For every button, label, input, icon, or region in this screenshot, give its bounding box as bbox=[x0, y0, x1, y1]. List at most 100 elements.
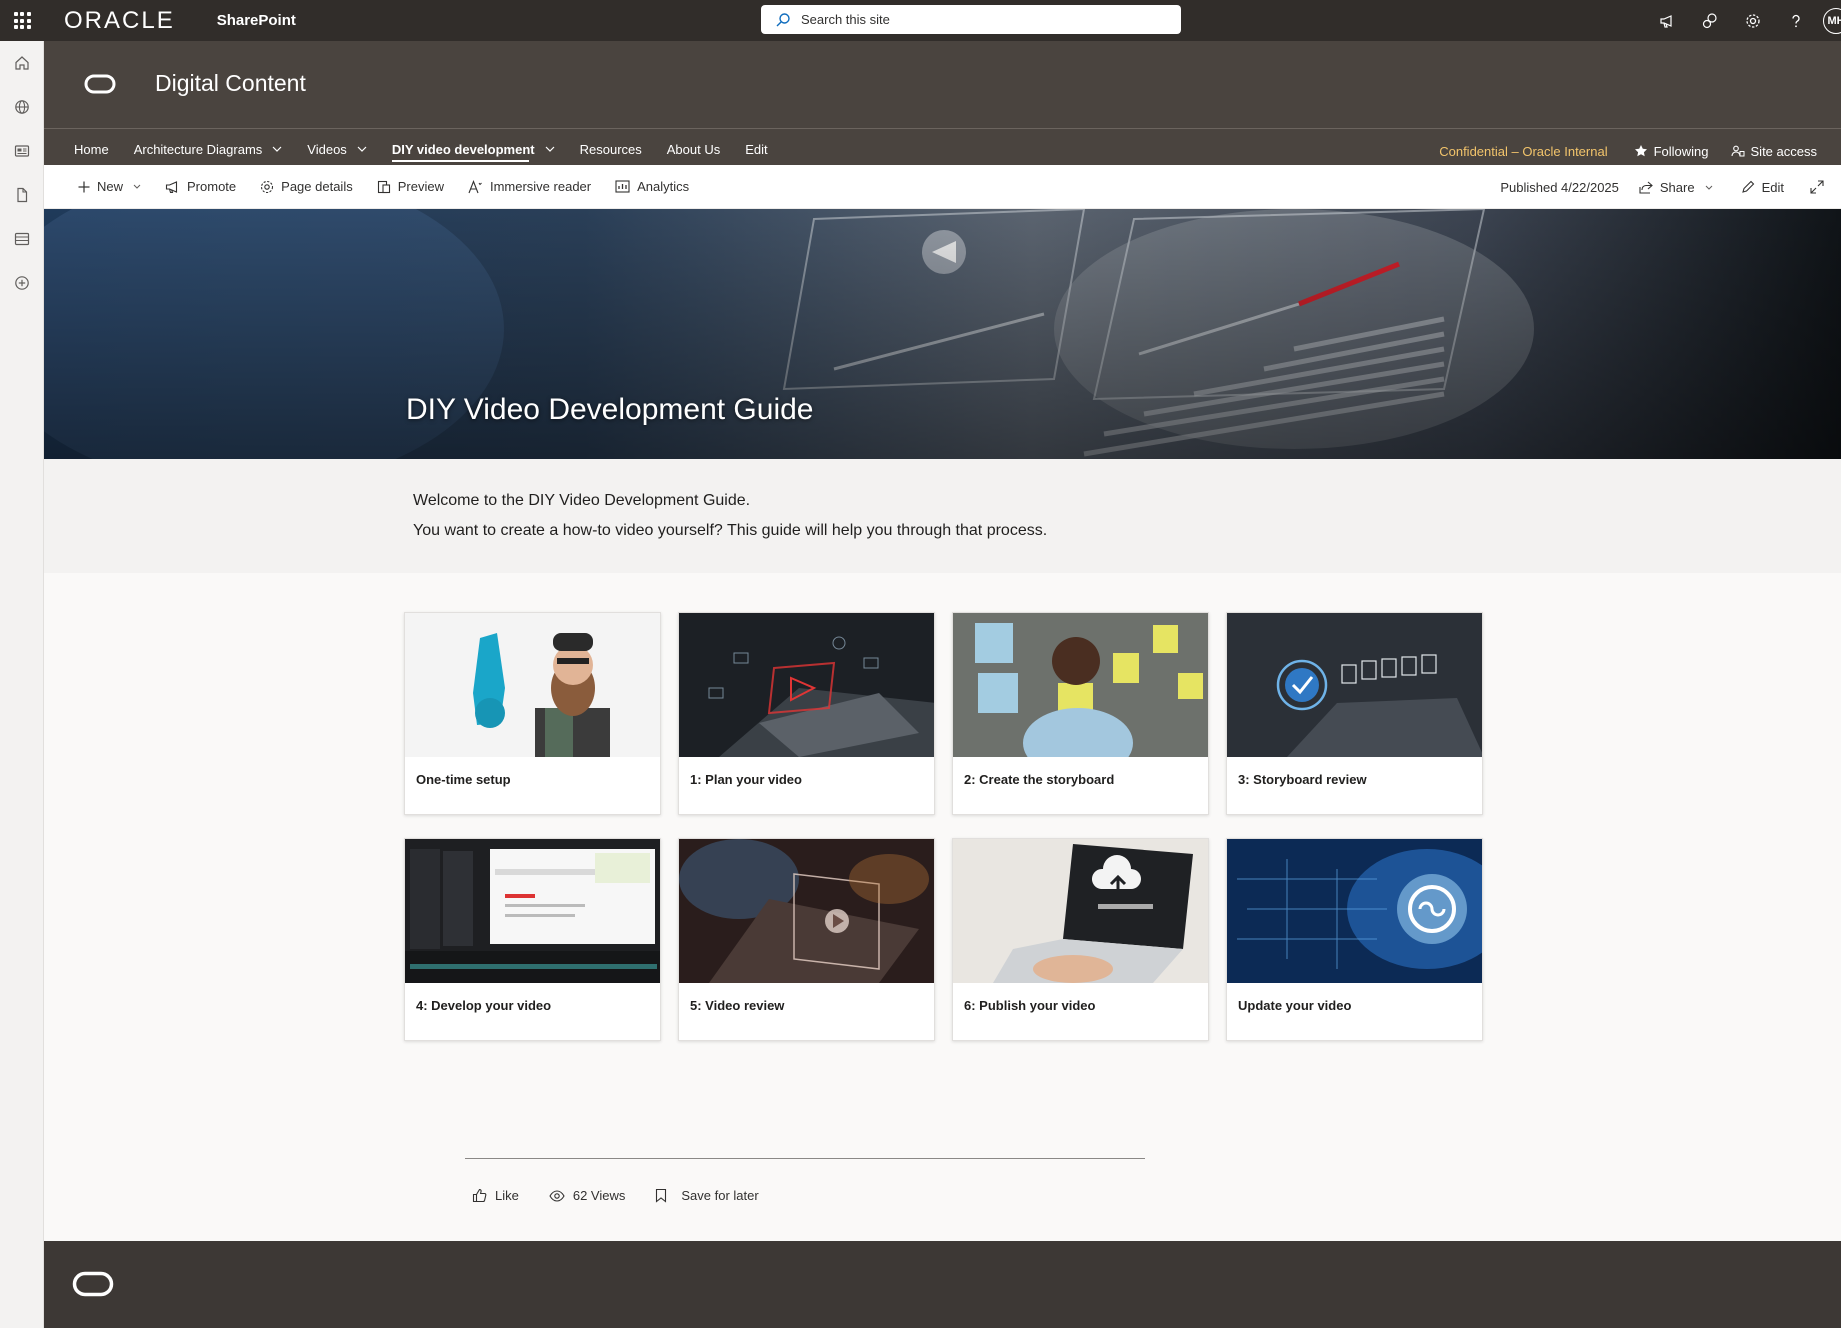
chevron-down-icon bbox=[133, 184, 141, 189]
expand-button[interactable] bbox=[1810, 180, 1831, 194]
nav-edit[interactable]: Edit bbox=[745, 134, 767, 164]
card-plan-your-video[interactable]: 1: Plan your video bbox=[678, 612, 935, 815]
site-footer bbox=[44, 1241, 1841, 1328]
appbar-home[interactable] bbox=[0, 41, 44, 85]
card-title: One-time setup bbox=[416, 772, 511, 787]
nav-videos[interactable]: Videos bbox=[307, 134, 367, 164]
site-title[interactable]: Digital Content bbox=[155, 70, 306, 97]
plus-icon bbox=[78, 181, 90, 192]
card-image bbox=[953, 839, 1208, 983]
megaphone-button[interactable] bbox=[1645, 0, 1688, 41]
list-icon bbox=[14, 232, 30, 246]
appbar-sites[interactable] bbox=[0, 85, 44, 129]
star-filled-icon bbox=[1634, 145, 1647, 157]
preview-label: Preview bbox=[397, 179, 444, 194]
appbar-files[interactable] bbox=[0, 173, 44, 217]
chevron-down-icon bbox=[1705, 185, 1712, 190]
analytics-icon bbox=[615, 180, 630, 193]
card-one-time-setup[interactable]: One-time setup bbox=[404, 612, 661, 815]
nav-label: DIY video development bbox=[391, 141, 535, 157]
card-develop-your-video[interactable]: 4: Develop your video bbox=[404, 838, 661, 1041]
new-button[interactable]: New bbox=[78, 179, 141, 194]
card-title: 2: Create the storyboard bbox=[964, 772, 1115, 787]
published-date: Published 4/22/2025 bbox=[1500, 179, 1619, 195]
sensitivity-label[interactable]: Confidential – Oracle Internal bbox=[1439, 144, 1607, 159]
megaphone-icon bbox=[165, 180, 178, 193]
app-name[interactable]: SharePoint bbox=[217, 12, 296, 29]
site-access-button[interactable]: Site access bbox=[1730, 144, 1817, 159]
card-image bbox=[405, 839, 660, 983]
like-label: Like bbox=[495, 1188, 519, 1203]
card-title: 4: Develop your video bbox=[416, 998, 552, 1013]
avatar[interactable]: MH bbox=[1823, 7, 1841, 34]
sharepoint-icon bbox=[1702, 12, 1717, 28]
card-update-your-video[interactable]: Update your video bbox=[1226, 838, 1483, 1041]
search-input[interactable]: Search this site bbox=[761, 5, 1181, 34]
gear-icon bbox=[1745, 13, 1760, 28]
following-button[interactable]: Following bbox=[1634, 144, 1709, 159]
gear-icon bbox=[261, 180, 274, 193]
news-icon bbox=[14, 145, 30, 157]
chevron-down-icon bbox=[272, 146, 282, 152]
immersive-reader-icon bbox=[468, 179, 482, 193]
promote-button[interactable]: Promote bbox=[165, 179, 236, 194]
megaphone-icon bbox=[1659, 14, 1672, 28]
page-title: DIY Video Development Guide bbox=[406, 393, 814, 426]
eye-icon bbox=[549, 1189, 565, 1202]
nav-diy-video-development[interactable]: DIY video development bbox=[391, 134, 555, 164]
nav-resources[interactable]: Resources bbox=[580, 134, 642, 164]
sharepoint-app-button[interactable] bbox=[1688, 0, 1731, 41]
immersive-reader-label: Immersive reader bbox=[489, 179, 592, 194]
nav-label: Home bbox=[74, 141, 109, 157]
appbar-lists[interactable] bbox=[0, 217, 44, 261]
card-title: 1: Plan your video bbox=[690, 772, 802, 787]
card-image bbox=[1227, 839, 1482, 983]
help-button[interactable] bbox=[1774, 0, 1817, 41]
card-publish-your-video[interactable]: 6: Publish your video bbox=[952, 838, 1209, 1041]
header-actions: Confidential – Oracle Internal Following… bbox=[1439, 137, 1817, 165]
card-image bbox=[953, 613, 1208, 757]
nav-home[interactable]: Home bbox=[74, 134, 109, 164]
oracle-o-logo-icon bbox=[84, 74, 116, 94]
bookmark-icon bbox=[656, 1188, 667, 1203]
analytics-button[interactable]: Analytics bbox=[615, 179, 689, 194]
analytics-label: Analytics bbox=[637, 179, 690, 194]
card-title: Update your video bbox=[1238, 998, 1352, 1013]
nav-about-us[interactable]: About Us bbox=[667, 134, 720, 164]
nav-architecture-diagrams[interactable]: Architecture Diagrams bbox=[134, 134, 283, 164]
edit-button[interactable]: Edit bbox=[1741, 180, 1784, 195]
oracle-logo[interactable]: ORACLE bbox=[64, 7, 175, 35]
site-logo[interactable] bbox=[84, 74, 116, 99]
hero-banner: DIY Video Development Guide bbox=[44, 209, 1841, 459]
appbar-create[interactable] bbox=[0, 261, 44, 305]
chevron-down-icon bbox=[357, 146, 367, 152]
oracle-o-logo-icon bbox=[72, 1271, 114, 1297]
card-video-review[interactable]: 5: Video review bbox=[678, 838, 935, 1041]
appbar-news[interactable] bbox=[0, 129, 44, 173]
share-icon bbox=[1639, 181, 1653, 194]
card-storyboard-review[interactable]: 3: Storyboard review bbox=[1226, 612, 1483, 815]
file-icon bbox=[17, 187, 28, 203]
nav-label: Resources bbox=[579, 141, 642, 157]
thumbs-up-icon bbox=[472, 1188, 487, 1203]
preview-button[interactable]: Preview bbox=[377, 179, 444, 194]
share-label: Share bbox=[1659, 179, 1695, 195]
hero-background-image bbox=[44, 209, 1841, 459]
card-create-the-storyboard[interactable]: 2: Create the storyboard bbox=[952, 612, 1209, 815]
share-button[interactable]: Share bbox=[1639, 180, 1713, 195]
social-bar: Like 62 Views Save for later bbox=[472, 1188, 789, 1203]
page-details-button[interactable]: Page details bbox=[260, 179, 353, 194]
app-bar bbox=[0, 41, 44, 1328]
card-title: 6: Publish your video bbox=[964, 998, 1096, 1013]
save-for-later-button[interactable]: Save for later bbox=[655, 1188, 759, 1203]
app-launcher-button[interactable] bbox=[0, 0, 44, 41]
save-label: Save for later bbox=[681, 1188, 759, 1203]
like-button[interactable]: Like bbox=[472, 1188, 519, 1203]
immersive-reader-button[interactable]: Immersive reader bbox=[468, 179, 591, 194]
card-image bbox=[679, 839, 934, 983]
settings-button[interactable] bbox=[1731, 0, 1774, 41]
nav-label: About Us bbox=[666, 141, 721, 157]
command-bar: New Promote Page details Preview Immersi… bbox=[44, 165, 1841, 209]
promote-label: Promote bbox=[187, 179, 237, 194]
footer-logo[interactable] bbox=[72, 1271, 114, 1302]
